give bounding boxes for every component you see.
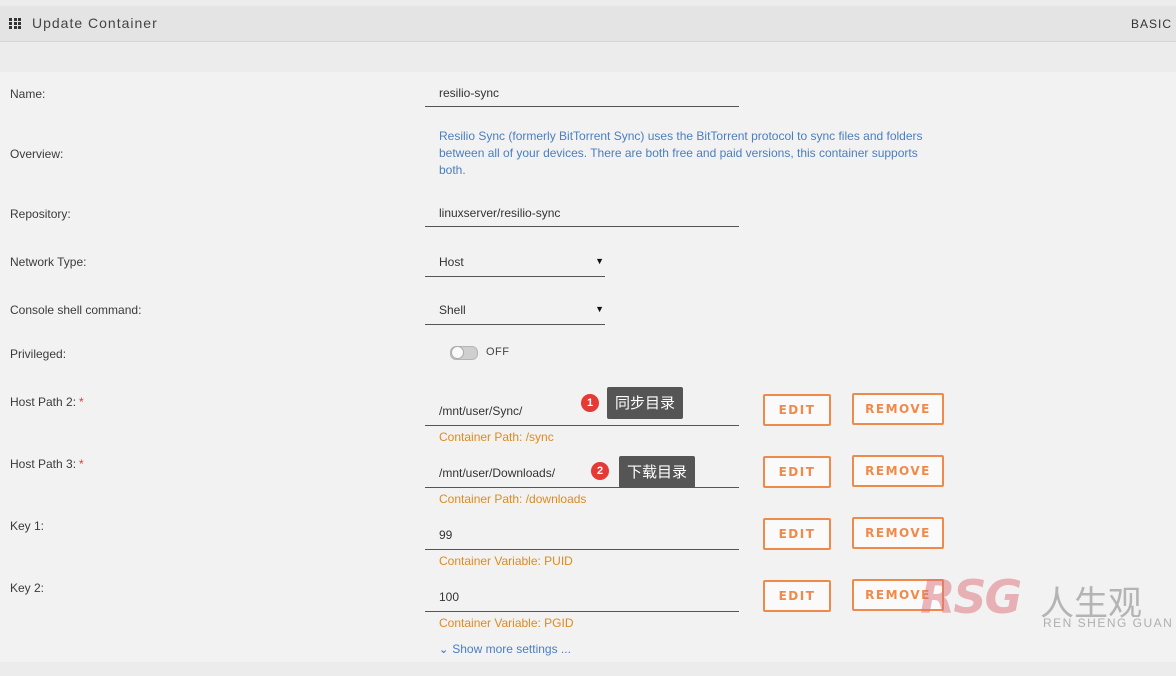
remove-button[interactable]: REMOVE	[852, 517, 944, 549]
required-marker: *	[79, 395, 84, 409]
privileged-state: OFF	[486, 346, 510, 358]
edit-button[interactable]: EDIT	[763, 456, 831, 488]
privileged-label: Privileged:	[10, 347, 67, 361]
edit-button[interactable]: EDIT	[763, 580, 831, 612]
basic-view-toggle[interactable]: BASIC	[1131, 17, 1172, 31]
key-2-container-variable: Container Variable: PGID	[439, 616, 574, 630]
repository-input[interactable]: linuxserver/resilio-sync	[439, 206, 560, 220]
grid-menu-icon[interactable]	[9, 18, 21, 29]
toggle-knob	[451, 346, 464, 359]
host-path-3-label: Host Path 3: *	[10, 457, 84, 471]
key-1-underline	[425, 549, 739, 550]
overview-text: Resilio Sync (formerly BitTorrent Sync) …	[439, 129, 923, 177]
host-path-2-input[interactable]: /mnt/user/Sync/	[439, 404, 522, 418]
name-label: Name:	[10, 87, 46, 101]
overview-label: Overview:	[10, 147, 64, 161]
annotation-badge-1: 1	[581, 394, 599, 412]
annotation-badge-2: 2	[591, 462, 609, 480]
remove-button[interactable]: REMOVE	[852, 455, 944, 487]
show-more-settings-link[interactable]: ⌄ Show more settings ...	[439, 642, 571, 656]
key-1-container-variable: Container Variable: PUID	[439, 554, 573, 568]
host-path-3-input[interactable]: /mnt/user/Downloads/	[439, 466, 555, 480]
name-underline	[425, 106, 739, 107]
host-path-2-label: Host Path 2: *	[10, 395, 84, 409]
annotation-tip-2: 下载目录	[619, 456, 696, 488]
key-1-input[interactable]: 99	[439, 528, 452, 542]
watermark-en: REN SHENG GUAN	[1043, 616, 1174, 630]
repository-label: Repository:	[10, 207, 71, 221]
chevron-down-icon: ⌄	[439, 644, 449, 656]
spacer-band	[0, 42, 1176, 72]
header-bar: Update Container BASIC	[0, 6, 1176, 42]
console-select[interactable]: Shell ▼	[425, 300, 605, 325]
key-2-underline	[425, 611, 739, 612]
key-2-input[interactable]: 100	[439, 590, 459, 604]
dropdown-arrow-icon: ▼	[595, 256, 604, 266]
footer-band	[0, 662, 1176, 676]
required-marker: *	[79, 457, 84, 471]
host-path-3-container-path: Container Path: /downloads	[439, 492, 587, 506]
network-type-label: Network Type:	[10, 255, 87, 269]
host-path-2-container-path: Container Path: /sync	[439, 430, 554, 444]
page-title: Update Container	[32, 15, 158, 31]
key-2-label: Key 2:	[10, 581, 45, 595]
privileged-toggle[interactable]	[450, 346, 478, 360]
edit-button[interactable]: EDIT	[763, 394, 831, 426]
console-label: Console shell command:	[10, 303, 142, 317]
network-type-select[interactable]: Host ▼	[425, 252, 605, 277]
watermark-logo: RSG 人生观 REN SHENG GUAN	[920, 570, 1176, 630]
console-value: Shell	[439, 303, 466, 317]
watermark-rsg: RSG	[920, 570, 1022, 624]
annotation-tip-1: 同步目录	[607, 387, 684, 419]
name-input[interactable]: resilio-sync	[439, 86, 499, 100]
host-path-2-underline	[425, 425, 739, 426]
remove-button[interactable]: REMOVE	[852, 393, 944, 425]
dropdown-arrow-icon: ▼	[595, 304, 604, 314]
key-1-label: Key 1:	[10, 519, 45, 533]
edit-button[interactable]: EDIT	[763, 518, 831, 550]
network-type-value: Host	[439, 255, 464, 269]
repository-underline	[425, 226, 739, 227]
